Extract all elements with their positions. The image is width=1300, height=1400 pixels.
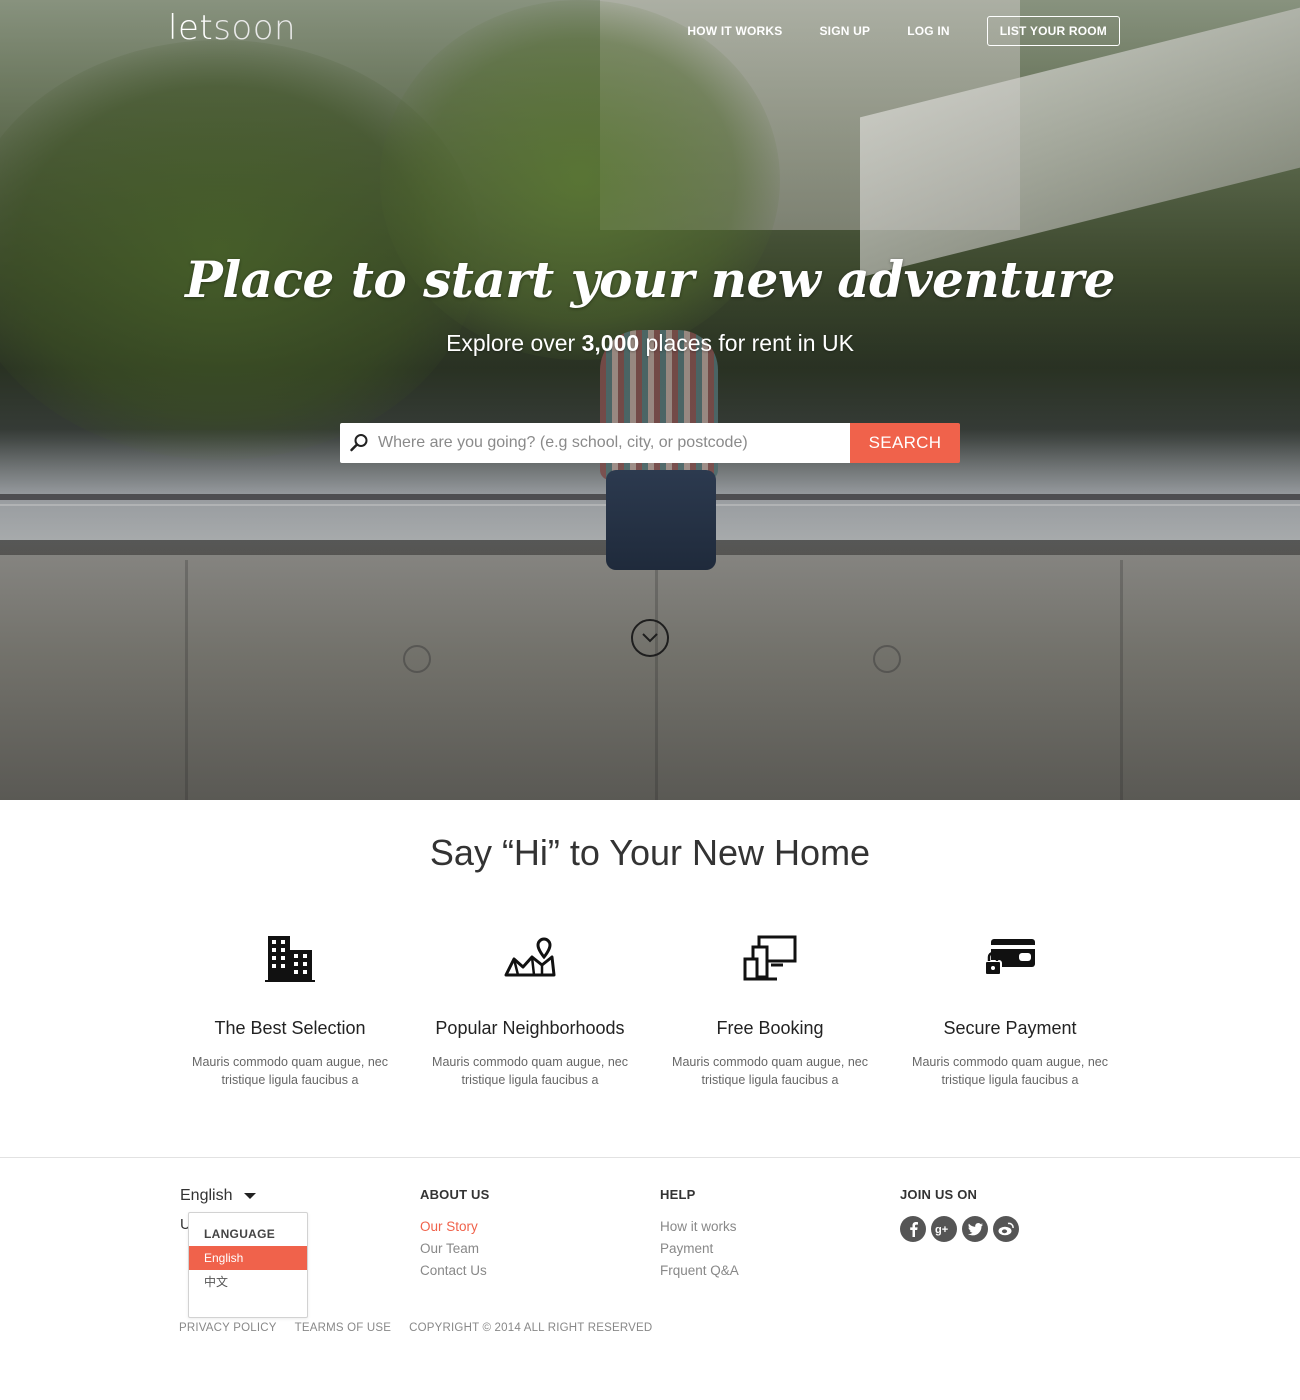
features-title: Say “Hi” to Your New Home (429, 832, 871, 873)
footer-link-how-it-works[interactable]: How it works (660, 1216, 739, 1238)
twitter-icon[interactable] (962, 1216, 988, 1242)
footer-link-our-team[interactable]: Our Team (420, 1238, 490, 1260)
search-icon (340, 423, 378, 463)
logo-text-bold: let (168, 8, 214, 48)
hero-subtitle: Explore over 3,000 places for rent in UK (0, 330, 1300, 357)
hero-subtitle-before: Explore over (446, 330, 582, 356)
footer-help: HELP How it works Payment Frquent Q&A (660, 1187, 739, 1282)
language-dropdown: LANGUAGE English 中文 (188, 1212, 308, 1318)
hero-bg-wall-joint (185, 560, 188, 800)
footer-bottom-links: PRIVACY POLICY TEARMS OF USE COPYRIGHT ©… (179, 1322, 670, 1334)
hero-bg-wall-joint (1120, 560, 1123, 800)
feature-title: The Best Selection (214, 1018, 366, 1038)
feature-text: Mauris commodo quam augue, nec tristique… (192, 1055, 388, 1087)
hero-bg-person-legs (606, 470, 716, 570)
map-pin-icon (410, 930, 650, 986)
feature-item: Secure Payment Mauris commodo quam augue… (890, 930, 1130, 1089)
hero-bg-bolt (873, 645, 901, 673)
footer-join: JOIN US ON g+ (900, 1187, 1019, 1242)
footer-about-title: ABOUT US (420, 1187, 490, 1202)
feature-item: Popular Neighborhoods Mauris commodo qua… (410, 930, 650, 1089)
hero-bg-bolt (403, 645, 431, 673)
logo[interactable]: letsoon (168, 8, 296, 48)
facebook-icon[interactable] (900, 1216, 926, 1242)
feature-title: Free Booking (716, 1018, 824, 1038)
logo-text-light: soon (213, 8, 297, 48)
social-links: g+ (900, 1216, 1019, 1242)
hero-bg-wall (0, 555, 1300, 800)
language-option-chinese[interactable]: 中文 (189, 1270, 307, 1294)
feature-text: Mauris commodo quam augue, nec tristique… (432, 1055, 628, 1087)
language-select[interactable]: English (180, 1187, 257, 1205)
footer-link-faq[interactable]: Frquent Q&A (660, 1260, 739, 1282)
devices-icon (650, 930, 890, 986)
privacy-policy-link[interactable]: PRIVACY POLICY (179, 1322, 277, 1334)
search-field[interactable] (340, 423, 850, 463)
footer-divider (0, 1157, 1300, 1158)
weibo-icon[interactable] (993, 1216, 1019, 1242)
hero-title: Place to start your new adventure (185, 250, 1115, 309)
features-list: The Best Selection Mauris commodo quam a… (170, 930, 1130, 1089)
hero-subtitle-after: places for rent in UK (639, 330, 854, 356)
chevron-down-icon (642, 633, 658, 643)
nav-log-in[interactable]: LOG IN (907, 24, 950, 38)
footer-help-title: HELP (660, 1187, 696, 1202)
secure-card-icon (890, 930, 1130, 986)
language-option-english[interactable]: English (189, 1246, 307, 1270)
feature-text: Mauris commodo quam augue, nec tristique… (912, 1055, 1108, 1087)
scroll-down-button[interactable] (631, 619, 669, 657)
copyright-text: COPYRIGHT © 2014 ALL RIGHT RESERVED (409, 1322, 653, 1334)
nav-how-it-works[interactable]: HOW IT WORKS (687, 24, 782, 38)
feature-title: Popular Neighborhoods (435, 1018, 625, 1038)
google-plus-icon[interactable]: g+ (931, 1216, 957, 1242)
footer-about: ABOUT US Our Story Our Team Contact Us (420, 1187, 490, 1282)
footer-join-title: JOIN US ON (900, 1187, 978, 1202)
hero-subtitle-count: 3,000 (581, 330, 640, 356)
terms-of-use-link[interactable]: TEARMS OF USE (295, 1322, 392, 1334)
search-bar: SEARCH (340, 423, 960, 463)
feature-title: Secure Payment (943, 1018, 1077, 1038)
footer-link-our-story[interactable]: Our Story (420, 1216, 490, 1238)
language-dropdown-header: LANGUAGE (204, 1227, 276, 1241)
language-selected: English (180, 1187, 233, 1204)
top-nav: HOW IT WORKS SIGN UP LOG IN LIST YOUR RO… (650, 16, 1120, 46)
feature-item: Free Booking Mauris commodo quam augue, … (650, 930, 890, 1089)
search-button[interactable]: SEARCH (850, 423, 960, 463)
building-icon (170, 930, 410, 986)
hero-bg-wall-joint (655, 560, 658, 800)
nav-sign-up[interactable]: SIGN UP (819, 24, 870, 38)
list-your-room-button[interactable]: LIST YOUR ROOM (986, 16, 1120, 46)
caret-down-icon (244, 1193, 257, 1199)
footer-link-contact-us[interactable]: Contact Us (420, 1260, 490, 1282)
feature-item: The Best Selection Mauris commodo quam a… (170, 930, 410, 1089)
footer-link-payment[interactable]: Payment (660, 1238, 739, 1260)
svg-text:g+: g+ (935, 1224, 948, 1236)
search-input[interactable] (378, 424, 850, 462)
feature-text: Mauris commodo quam augue, nec tristique… (672, 1055, 868, 1087)
hero-section (0, 0, 1300, 800)
